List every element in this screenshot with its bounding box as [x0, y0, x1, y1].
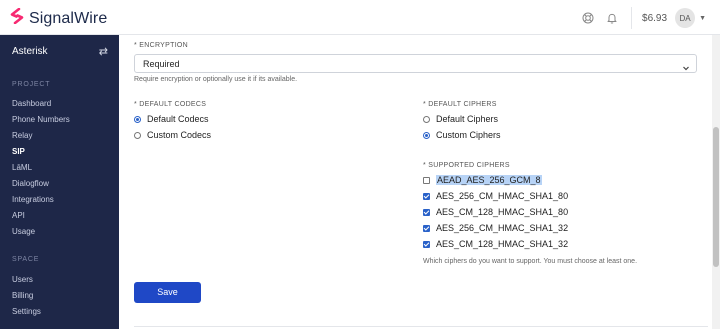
account-area: $6.93 DA ▼	[575, 7, 706, 29]
supported-ciphers-label: * SUPPORTED CIPHERS	[423, 162, 510, 169]
option-label: Default Codecs	[147, 114, 209, 124]
encryption-select[interactable]: Required	[134, 54, 697, 73]
cipher-item[interactable]: AES_CM_128_HMAC_SHA1_80	[423, 206, 568, 218]
sidebar-item-users[interactable]: Users	[12, 275, 33, 284]
page-scrollbar[interactable]	[712, 35, 720, 329]
ciphers-help: Which ciphers do you want to support. Yo…	[423, 258, 638, 265]
sidebar-section-space: SPACE	[12, 256, 40, 263]
divider	[134, 326, 708, 327]
brand-logo[interactable]: SignalWire	[10, 7, 108, 29]
default-codecs-option[interactable]: Default Codecs	[134, 113, 209, 125]
cipher-item[interactable]: AES_CM_128_HMAC_SHA1_32	[423, 238, 568, 250]
cipher-checkbox[interactable]	[423, 224, 430, 232]
sidebar: Asterisk ⇄ PROJECT Dashboard Phone Numbe…	[0, 35, 119, 329]
sidebar-section-project: PROJECT	[12, 81, 51, 88]
sidebar-item-usage[interactable]: Usage	[12, 227, 35, 236]
custom-codecs-radio[interactable]	[134, 131, 141, 139]
switch-project-icon[interactable]: ⇄	[99, 45, 108, 58]
default-ciphers-label: * DEFAULT CIPHERS	[423, 101, 497, 108]
default-ciphers-option[interactable]: Default Ciphers	[423, 113, 498, 125]
chevron-down-icon	[682, 59, 690, 77]
default-codecs-radio[interactable]	[134, 115, 141, 123]
cipher-label: AES_256_CM_HMAC_SHA1_80	[436, 191, 569, 201]
sidebar-item-billing[interactable]: Billing	[12, 291, 33, 300]
scrollbar-thumb[interactable]	[713, 127, 719, 267]
cipher-checkbox[interactable]	[423, 192, 430, 200]
sidebar-item-settings[interactable]: Settings	[12, 307, 41, 316]
divider	[631, 7, 633, 29]
support-icon[interactable]	[577, 7, 599, 29]
cipher-item[interactable]: AEAD_AES_256_GCM_8	[423, 174, 542, 186]
cipher-label: AEAD_AES_256_GCM_8	[436, 175, 542, 185]
cipher-label: AES_256_CM_HMAC_SHA1_32	[436, 223, 569, 233]
account-balance: $6.93	[642, 12, 668, 24]
bell-icon[interactable]	[601, 7, 623, 29]
sidebar-item-dialogflow[interactable]: Dialogflow	[12, 179, 49, 188]
project-switcher[interactable]: Asterisk ⇄	[12, 45, 108, 58]
custom-ciphers-radio[interactable]	[423, 131, 430, 139]
option-label: Default Ciphers	[436, 114, 499, 124]
chevron-down-icon[interactable]: ▼	[699, 15, 706, 22]
encryption-label: * ENCRYPTION	[134, 42, 189, 49]
option-label: Custom Codecs	[147, 130, 212, 140]
cipher-item[interactable]: AES_256_CM_HMAC_SHA1_80	[423, 190, 568, 202]
encryption-value: Required	[143, 59, 180, 69]
option-label: Custom Ciphers	[436, 130, 501, 140]
project-name: Asterisk	[12, 46, 48, 57]
cipher-checkbox[interactable]	[423, 208, 430, 216]
sidebar-item-integrations[interactable]: Integrations	[12, 195, 54, 204]
encryption-help: Require encryption or optionally use it …	[134, 76, 298, 83]
top-bar: SignalWire $6.93 DA ▼	[0, 0, 720, 35]
brand-name: SignalWire	[29, 9, 108, 27]
cipher-label: AES_CM_128_HMAC_SHA1_32	[436, 239, 569, 249]
sidebar-item-dashboard[interactable]: Dashboard	[12, 99, 51, 108]
cipher-item[interactable]: AES_256_CM_HMAC_SHA1_32	[423, 222, 568, 234]
sidebar-item-phone-numbers[interactable]: Phone Numbers	[12, 115, 70, 124]
sidebar-item-laml[interactable]: LāML	[12, 163, 32, 172]
default-ciphers-radio[interactable]	[423, 115, 430, 123]
sidebar-item-api[interactable]: API	[12, 211, 25, 220]
cipher-checkbox[interactable]	[423, 176, 430, 184]
save-button[interactable]: Save	[134, 282, 201, 303]
cipher-label: AES_CM_128_HMAC_SHA1_80	[436, 207, 569, 217]
cipher-checkbox[interactable]	[423, 240, 430, 248]
user-avatar[interactable]: DA	[675, 8, 696, 28]
logo-icon	[10, 7, 24, 29]
custom-codecs-option[interactable]: Custom Codecs	[134, 129, 211, 141]
custom-ciphers-option[interactable]: Custom Ciphers	[423, 129, 501, 141]
sidebar-item-sip[interactable]: SIP	[12, 147, 25, 156]
sidebar-item-relay[interactable]: Relay	[12, 131, 32, 140]
default-codecs-label: * DEFAULT CODECS	[134, 101, 207, 108]
